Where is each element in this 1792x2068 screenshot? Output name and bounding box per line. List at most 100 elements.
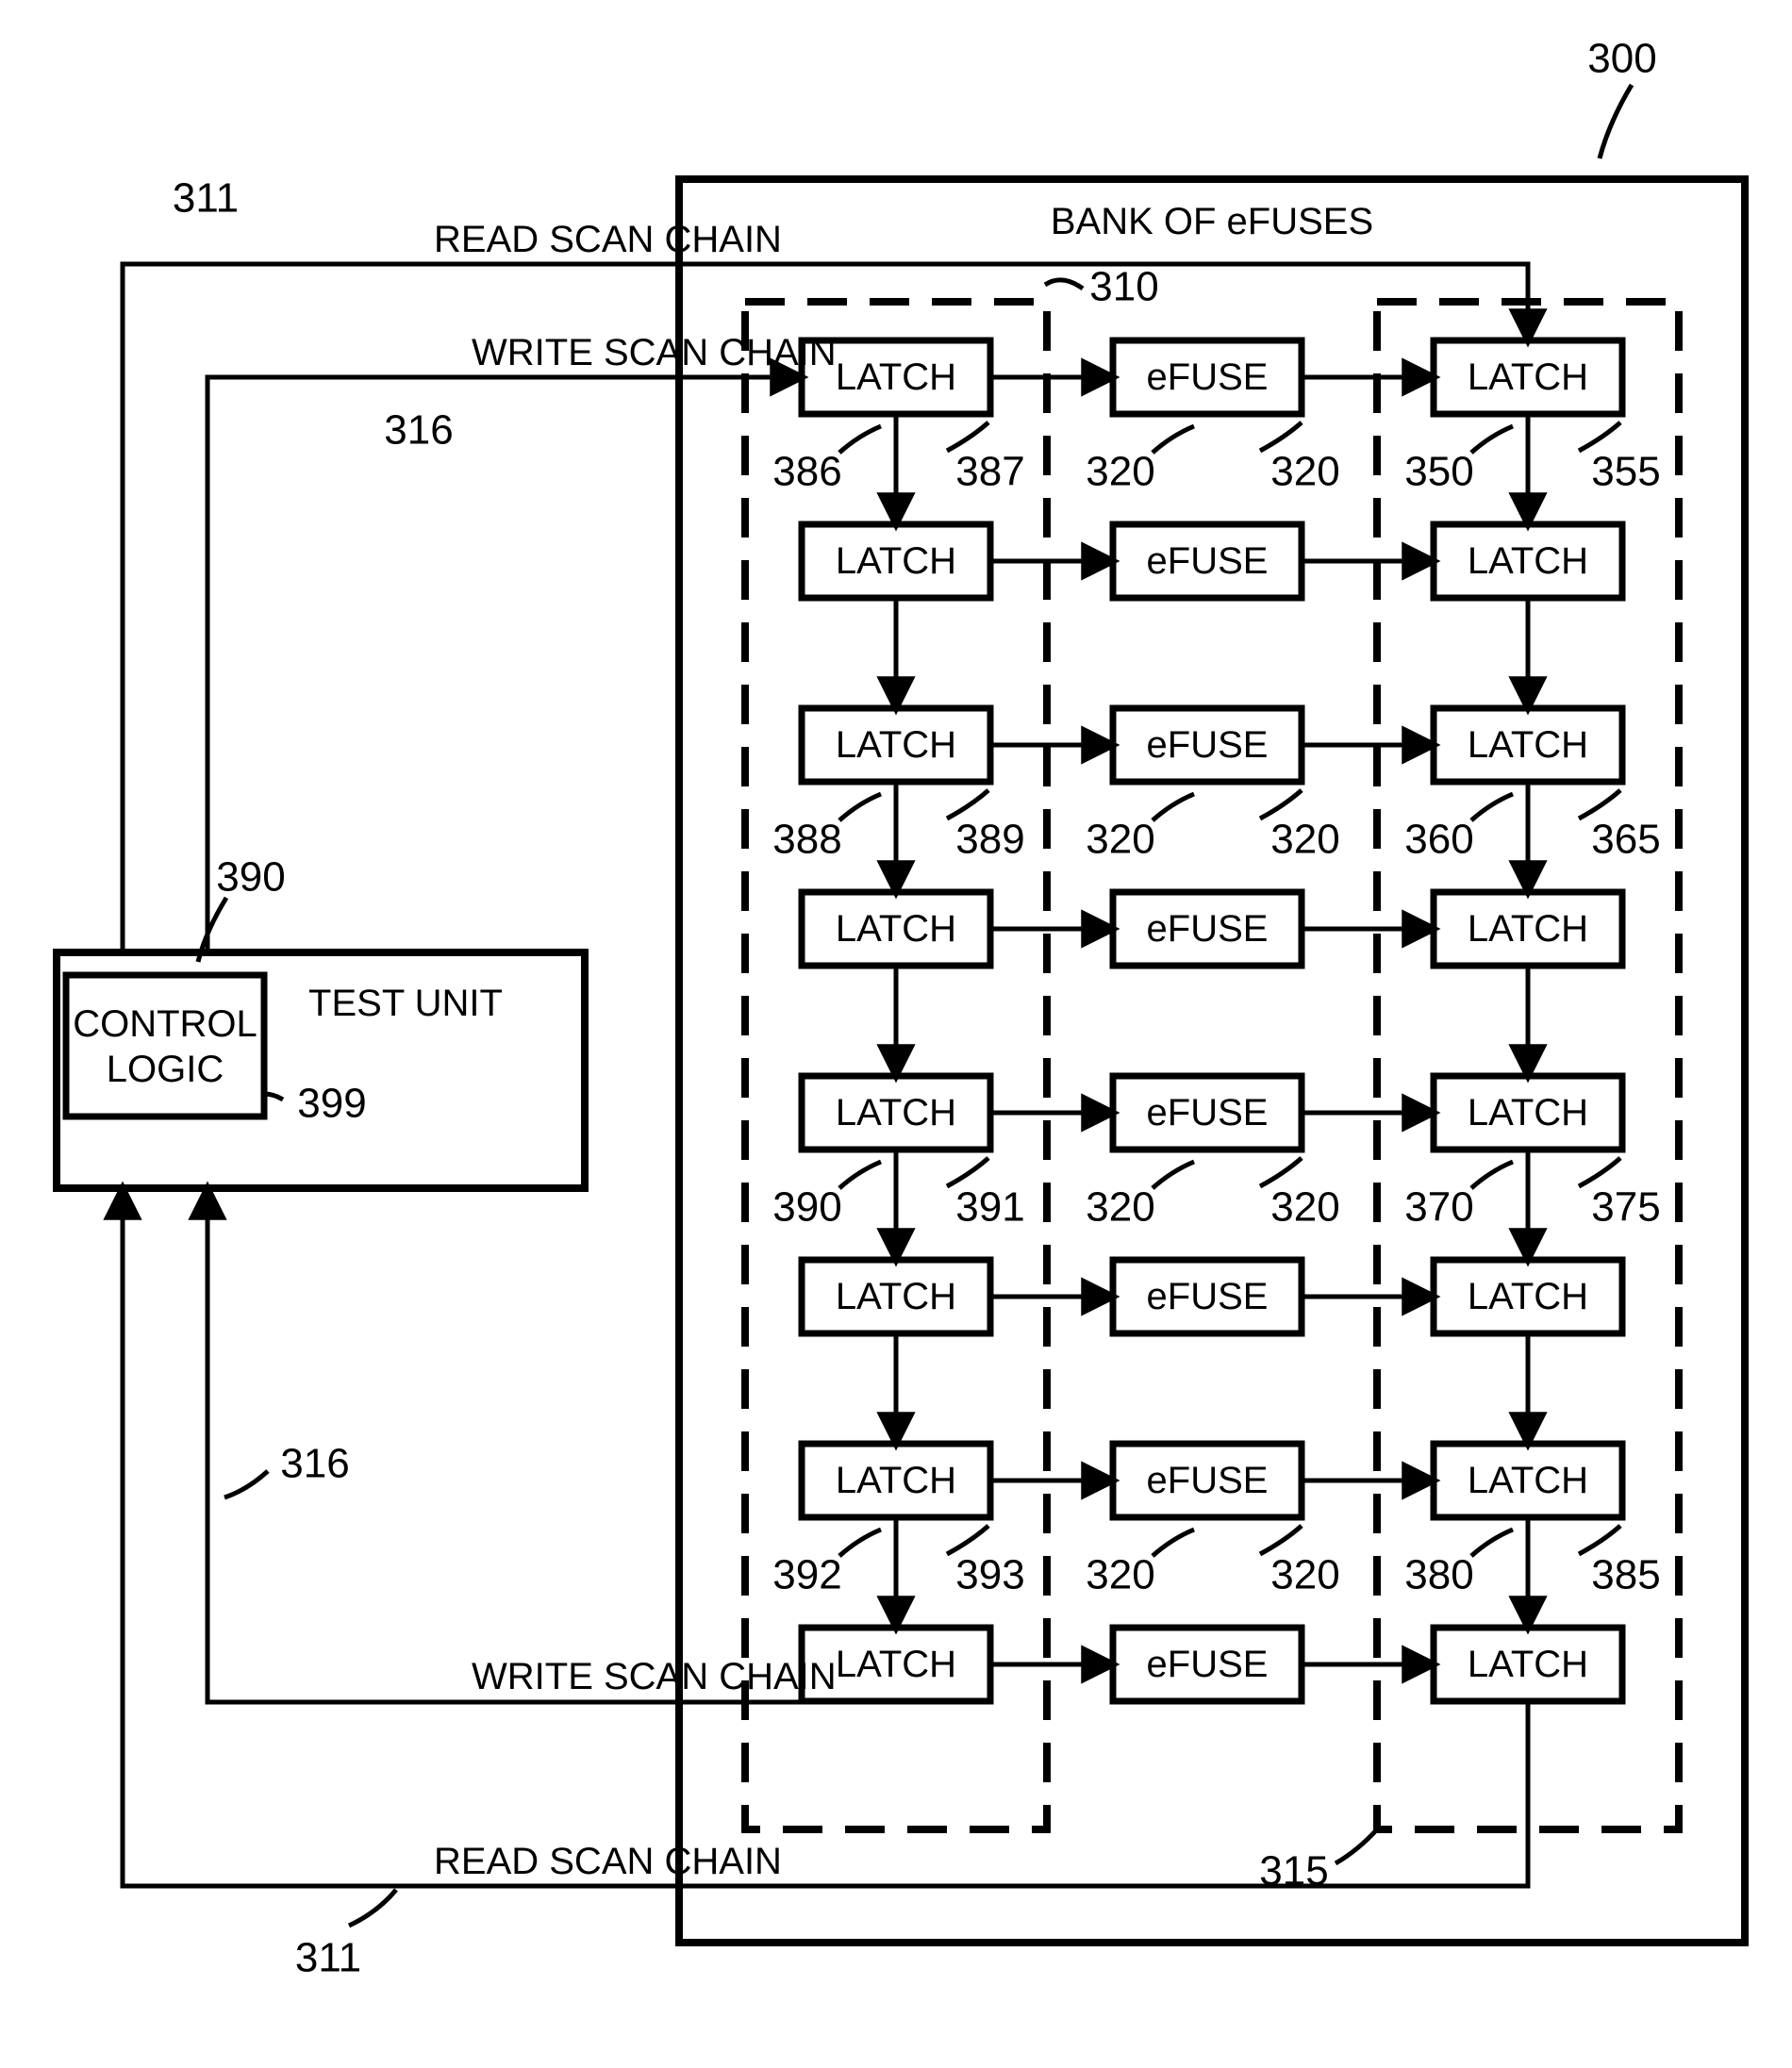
row-2: LATCH eFUSE LATCH xyxy=(802,708,1622,782)
tick-388 xyxy=(839,794,881,820)
tick-391 xyxy=(947,1158,988,1186)
ref-392: 392 xyxy=(772,1552,841,1598)
diagram-canvas: BANK OF eFUSES 300 TEST UNIT 390 CONTROL… xyxy=(0,0,1792,2068)
rows-group: LATCH eFUSE LATCH LATCH eFUSE LATCH LATC… xyxy=(802,340,1622,1701)
row5-mid: eFUSE xyxy=(1147,1276,1269,1317)
ref-320a: 320 xyxy=(1086,449,1154,495)
ref-355: 355 xyxy=(1591,449,1660,495)
tick-320e xyxy=(1153,1162,1194,1188)
row6-left: LATCH xyxy=(836,1460,956,1501)
diagram-svg: BANK OF eFUSES 300 TEST UNIT 390 CONTROL… xyxy=(0,0,1792,2068)
row5-left: LATCH xyxy=(836,1276,956,1317)
tick-387 xyxy=(947,422,988,451)
write-scan-chain-top xyxy=(207,377,802,952)
tick-320b xyxy=(1260,422,1302,451)
tick-350 xyxy=(1471,426,1513,453)
ref-387: 387 xyxy=(955,449,1024,495)
ref-370: 370 xyxy=(1404,1184,1473,1231)
row0-right: LATCH xyxy=(1468,356,1588,398)
row6-mid: eFUSE xyxy=(1147,1460,1269,1501)
row4-mid: eFUSE xyxy=(1147,1092,1269,1133)
row3-mid: eFUSE xyxy=(1147,908,1269,950)
row4-right: LATCH xyxy=(1468,1092,1588,1133)
ref-control-logic: 399 xyxy=(297,1081,366,1127)
tick-380 xyxy=(1471,1530,1513,1556)
ref-365: 365 xyxy=(1591,817,1660,863)
row4-left: LATCH xyxy=(836,1092,956,1133)
row-0: LATCH eFUSE LATCH xyxy=(802,340,1622,414)
ref-386: 386 xyxy=(772,449,841,495)
row2-mid: eFUSE xyxy=(1147,724,1269,766)
ref-320g: 320 xyxy=(1086,1552,1154,1598)
ref-bank: 300 xyxy=(1587,36,1656,82)
tick-320c xyxy=(1153,794,1194,820)
tick-365 xyxy=(1579,790,1620,819)
row0-mid: eFUSE xyxy=(1147,356,1269,398)
ref-320e: 320 xyxy=(1086,1184,1154,1231)
row-1: LATCH eFUSE LATCH xyxy=(802,524,1622,598)
ref-read-bot-tick xyxy=(349,1890,396,1926)
tick-389 xyxy=(947,790,988,819)
tick-320d xyxy=(1260,790,1302,819)
tick-355 xyxy=(1579,422,1620,451)
ref-left-group: 310 xyxy=(1089,264,1158,310)
ref-375: 375 xyxy=(1591,1184,1660,1231)
ref-320f: 320 xyxy=(1270,1184,1339,1231)
row-5: LATCH eFUSE LATCH xyxy=(802,1260,1622,1333)
ref-read-bot: 311 xyxy=(295,1935,361,1981)
ref-bank-arc xyxy=(1600,85,1632,158)
row3-left: LATCH xyxy=(836,908,956,950)
control-logic-box xyxy=(66,975,264,1117)
tick-320h xyxy=(1260,1526,1302,1554)
read-scan-chain-top-label: READ SCAN CHAIN xyxy=(434,219,782,260)
tick-320f xyxy=(1260,1158,1302,1186)
ref-393: 393 xyxy=(955,1552,1024,1598)
control-logic-line1: CONTROL xyxy=(73,1003,257,1045)
tick-393 xyxy=(947,1526,988,1554)
row-3: LATCH eFUSE LATCH xyxy=(802,892,1622,966)
row1-right: LATCH xyxy=(1468,540,1588,582)
ref-write-bot: 316 xyxy=(280,1441,349,1487)
ref-360: 360 xyxy=(1404,817,1473,863)
ref-write-bot-tick xyxy=(224,1471,268,1497)
row-6: LATCH eFUSE LATCH xyxy=(802,1444,1622,1517)
ref-388: 388 xyxy=(772,817,841,863)
ref-320d: 320 xyxy=(1270,817,1339,863)
ref-320b: 320 xyxy=(1270,449,1339,495)
bank-title: BANK OF eFUSES xyxy=(1051,201,1373,242)
row7-mid: eFUSE xyxy=(1147,1644,1269,1685)
tick-390r xyxy=(839,1162,881,1188)
tick-360 xyxy=(1471,794,1513,820)
tick-392 xyxy=(839,1530,881,1556)
tick-375 xyxy=(1579,1158,1620,1186)
ref-left-group-arc xyxy=(1045,280,1083,289)
row0-left: LATCH xyxy=(836,356,956,398)
ref-320c: 320 xyxy=(1086,817,1154,863)
ref-320h: 320 xyxy=(1270,1552,1339,1598)
ref-350: 350 xyxy=(1404,449,1473,495)
row-7: LATCH eFUSE LATCH xyxy=(802,1628,1622,1701)
ref-390r: 390 xyxy=(772,1184,841,1231)
ref-389: 389 xyxy=(955,817,1024,863)
row2-right: LATCH xyxy=(1468,724,1588,766)
tick-320g xyxy=(1153,1530,1194,1556)
ref-391: 391 xyxy=(955,1184,1024,1231)
row6-right: LATCH xyxy=(1468,1460,1588,1501)
ref-380: 380 xyxy=(1404,1552,1473,1598)
row5-right: LATCH xyxy=(1468,1276,1588,1317)
write-scan-chain-bottom-label: WRITE SCAN CHAIN xyxy=(472,1656,837,1697)
row-4: LATCH eFUSE LATCH xyxy=(802,1076,1622,1150)
tick-385 xyxy=(1579,1526,1620,1554)
row7-left: LATCH xyxy=(836,1644,956,1685)
ref-test-unit: 390 xyxy=(216,854,285,901)
test-unit-title: TEST UNIT xyxy=(308,983,503,1024)
tick-320a xyxy=(1153,426,1194,453)
ref-read-top: 311 xyxy=(173,175,239,222)
row2-left: LATCH xyxy=(836,724,956,766)
ref-385: 385 xyxy=(1591,1552,1660,1598)
read-scan-chain-bottom-label: READ SCAN CHAIN xyxy=(434,1841,782,1882)
ref-write-top: 316 xyxy=(384,407,453,454)
row7-right: LATCH xyxy=(1468,1644,1588,1685)
row3-right: LATCH xyxy=(1468,908,1588,950)
row1-mid: eFUSE xyxy=(1147,540,1269,582)
